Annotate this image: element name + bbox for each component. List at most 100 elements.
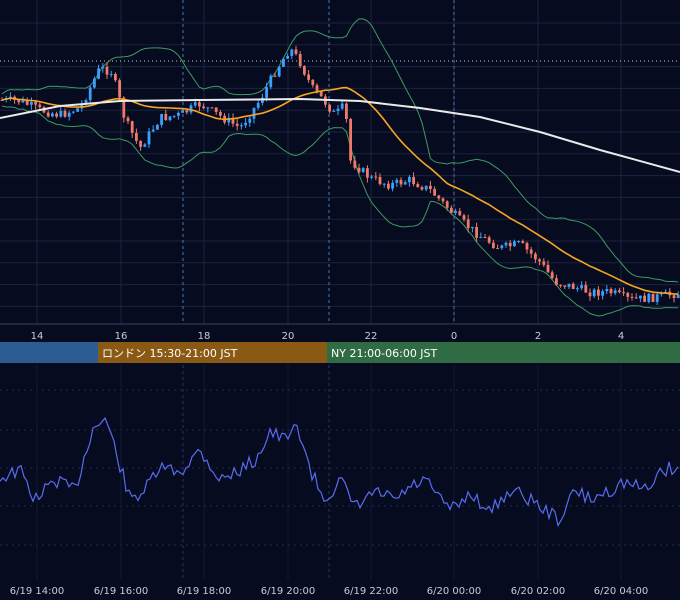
- candle-body: [185, 110, 189, 113]
- upper-x-tick-label: 0: [451, 331, 457, 342]
- candle-body: [626, 292, 630, 297]
- candle-body: [550, 272, 554, 279]
- candle-body: [382, 183, 386, 185]
- session-label: NY 21:00-06:00 JST: [331, 347, 438, 360]
- upper-x-tick-label: 14: [31, 331, 44, 342]
- candle-body: [198, 102, 201, 107]
- candle-body: [412, 176, 415, 185]
- session-bar: ロンドン 15:30-21:00 JST NY 21:00-06:00 JST: [0, 342, 680, 363]
- candle-body: [156, 124, 159, 130]
- candle-body: [403, 182, 407, 185]
- chart-stage: 14 16 18 20 22 0 2 4 ロンドン 15:30-21:00 JST NY 21:…: [0, 0, 680, 600]
- candle-body: [315, 85, 319, 92]
- candle-body: [168, 116, 172, 121]
- candle-body: [408, 176, 411, 183]
- candle-body: [433, 189, 436, 196]
- candle-body: [59, 110, 63, 117]
- candle-body: [370, 176, 373, 178]
- candle-body: [555, 278, 558, 285]
- candle-body: [273, 75, 277, 77]
- session-segment: [0, 342, 98, 363]
- candle-body: [181, 110, 184, 113]
- candle-body: [240, 125, 243, 127]
- candle-body: [298, 53, 302, 67]
- candle-body: [601, 291, 604, 296]
- candle-body: [38, 104, 42, 108]
- candle-body: [206, 107, 210, 109]
- candle-body: [399, 179, 403, 185]
- candle-body: [202, 106, 205, 109]
- candle-body: [458, 211, 462, 216]
- candle-body: [361, 168, 365, 173]
- candle-body: [643, 295, 646, 302]
- candle-body: [391, 182, 394, 189]
- session-label: ロンドン 15:30-21:00 JST: [102, 347, 238, 360]
- candle-body: [143, 144, 147, 147]
- candle-body: [647, 293, 651, 302]
- candle-body: [114, 73, 117, 81]
- candle-body: [88, 87, 92, 101]
- candle-body: [513, 241, 516, 247]
- candle-body: [172, 115, 176, 117]
- candle-body: [437, 195, 441, 199]
- candle-body: [345, 103, 348, 120]
- candle-body: [135, 132, 138, 141]
- candle-body: [118, 80, 121, 98]
- price-chart: 14 16 18 20 22 0 2 4 ロンドン 15:30-21:00 JST NY 21:…: [0, 0, 680, 600]
- candle-body: [93, 78, 96, 88]
- candle-body: [72, 111, 75, 113]
- candle-body: [605, 289, 609, 292]
- lower-x-tick-label: 6/19 18:00: [177, 586, 231, 597]
- candle-body: [130, 121, 134, 133]
- candle-body: [303, 66, 306, 75]
- candle-body: [328, 104, 331, 112]
- candle-body: [277, 66, 281, 77]
- candle-body: [592, 289, 596, 297]
- candle-body: [366, 168, 369, 178]
- candle-body: [517, 241, 520, 243]
- candle-body: [471, 226, 474, 229]
- candle-body: [630, 296, 634, 298]
- candle-body: [487, 237, 491, 243]
- candle-body: [634, 297, 638, 299]
- lower-x-tick-label: 6/20 00:00: [427, 586, 481, 597]
- lower-x-tick-label: 6/20 04:00: [594, 586, 648, 597]
- candle-body: [307, 74, 310, 80]
- upper-x-tick-label: 18: [198, 331, 211, 342]
- candle-body: [462, 215, 466, 220]
- candle-body: [353, 160, 357, 168]
- candle-body: [655, 294, 659, 302]
- candle-body: [219, 111, 222, 116]
- candle-body: [67, 112, 71, 117]
- candle-body: [580, 285, 583, 289]
- candle-body: [538, 259, 541, 262]
- candle-body: [609, 289, 613, 294]
- candle-body: [500, 245, 504, 249]
- candle-body: [597, 289, 600, 296]
- lower-x-tick-label: 6/19 14:00: [10, 586, 64, 597]
- candle-body: [651, 293, 655, 302]
- candle-body: [265, 87, 268, 98]
- candle-body: [374, 176, 378, 178]
- candle-body: [571, 283, 575, 289]
- candle-body: [479, 237, 483, 239]
- candle-body: [559, 284, 562, 286]
- candle-body: [395, 179, 399, 183]
- candle-body: [613, 290, 617, 294]
- candle-body: [76, 108, 79, 112]
- candle-body: [210, 107, 214, 109]
- candle-body: [147, 131, 151, 145]
- candle-body: [483, 237, 487, 239]
- candle-body: [126, 117, 130, 122]
- candle-body: [424, 185, 428, 190]
- candle-body: [101, 66, 105, 69]
- lower-x-tick-label: 6/19 20:00: [261, 586, 315, 597]
- candle-body: [235, 123, 239, 126]
- candle-body: [639, 295, 642, 299]
- candle-body: [525, 243, 529, 250]
- candle-body: [17, 99, 21, 103]
- candle-body: [269, 75, 273, 88]
- candle-body: [357, 167, 361, 173]
- candle-body: [177, 112, 180, 116]
- candle-body: [151, 129, 155, 132]
